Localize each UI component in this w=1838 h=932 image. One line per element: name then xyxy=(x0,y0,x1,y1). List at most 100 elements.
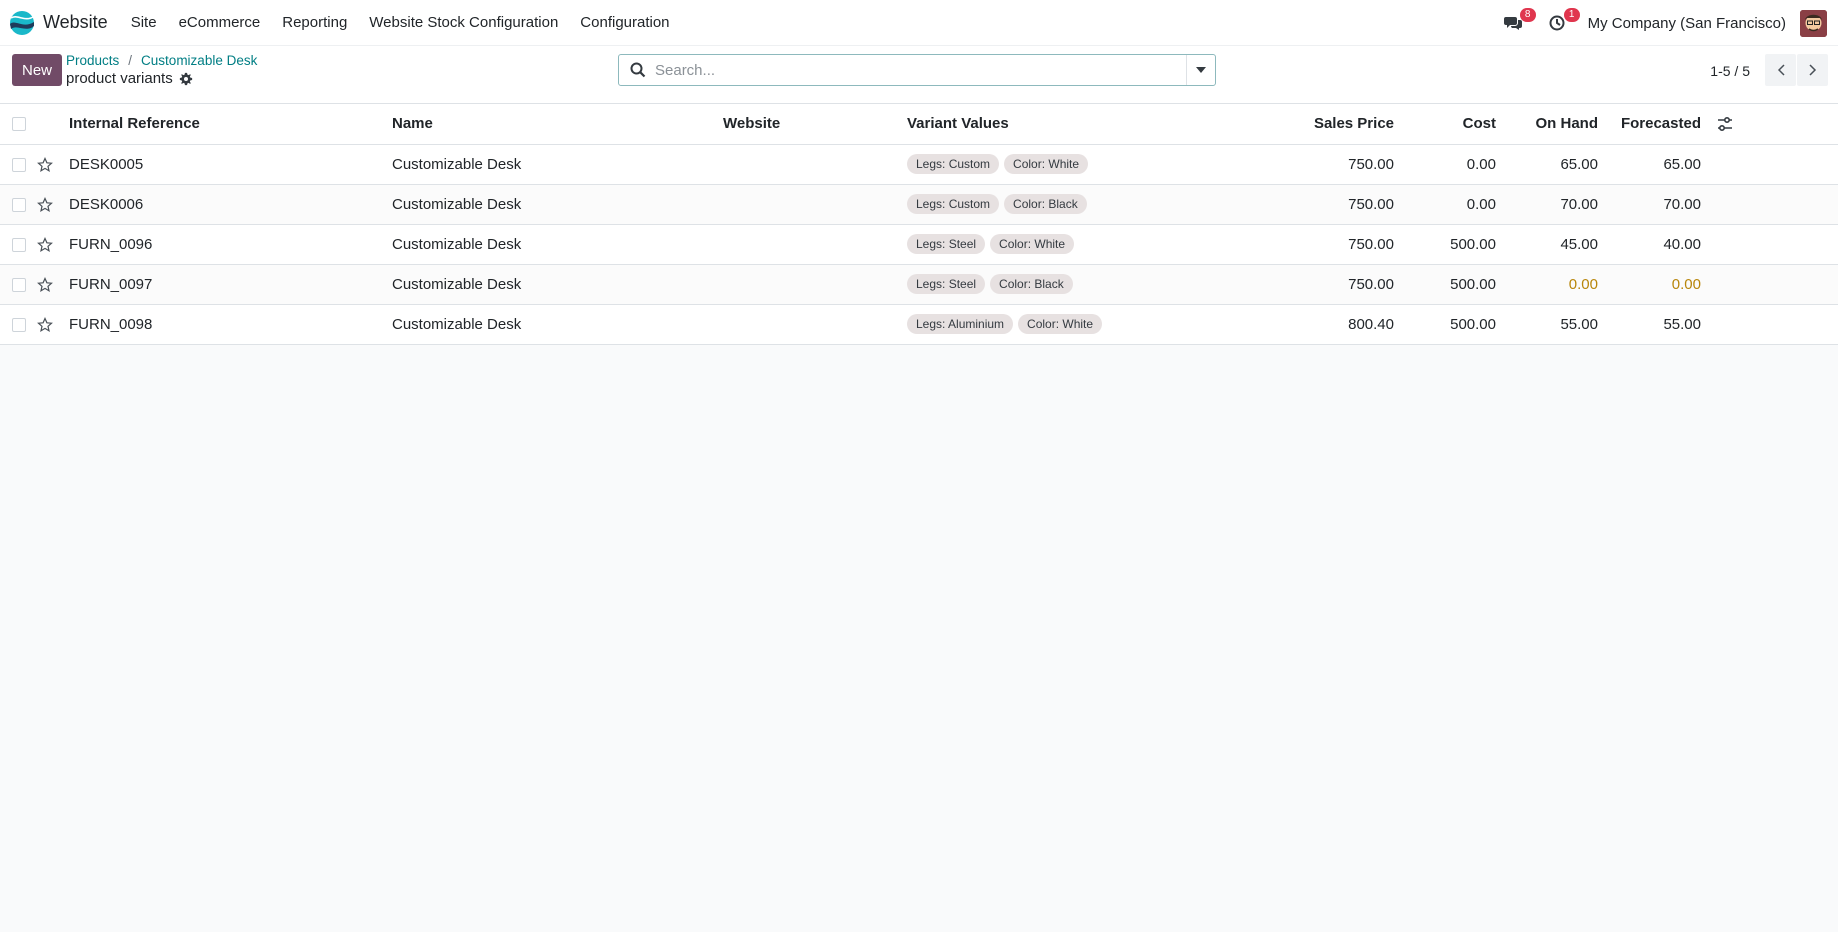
new-button[interactable]: New xyxy=(12,54,62,86)
top-navbar: Website Site eCommerce Reporting Website… xyxy=(0,0,1838,46)
chat-icon xyxy=(1503,17,1522,30)
breadcrumb-customizable-desk[interactable]: Customizable Desk xyxy=(141,53,257,68)
column-header-forecasted[interactable]: Forecasted xyxy=(1606,104,1709,144)
cell-forecasted: 65.00 xyxy=(1606,144,1709,185)
cell-forecasted: 40.00 xyxy=(1606,224,1709,265)
user-avatar-icon xyxy=(1800,9,1827,37)
app-name[interactable]: Website xyxy=(43,12,108,33)
cell-variant-values: Legs: Custom Color: White xyxy=(899,144,1264,185)
cell-website xyxy=(715,304,899,345)
variant-tag: Color: White xyxy=(990,234,1075,254)
company-switcher[interactable]: My Company (San Francisco) xyxy=(1588,15,1786,32)
list-view: Internal Reference Name Website Variant … xyxy=(0,104,1838,345)
cell-variant-values: Legs: Steel Color: Black xyxy=(899,264,1264,305)
table-row[interactable]: DESK0005 Customizable Desk Legs: Custom C… xyxy=(0,144,1838,185)
variant-tag: Legs: Aluminium xyxy=(907,314,1014,334)
column-header-cost[interactable]: Cost xyxy=(1402,104,1504,144)
search-bar xyxy=(618,54,1216,86)
table-row[interactable]: DESK0006 Customizable Desk Legs: Custom C… xyxy=(0,184,1838,225)
row-checkbox[interactable] xyxy=(12,237,26,252)
website-app-icon[interactable] xyxy=(9,10,35,36)
table-row[interactable]: FURN_0097 Customizable Desk Legs: Steel C… xyxy=(0,264,1838,305)
gear-icon[interactable] xyxy=(179,72,193,86)
column-header-internal-reference[interactable]: Internal Reference xyxy=(61,104,384,144)
cell-sales-price: 800.40 xyxy=(1264,304,1402,345)
menu-ecommerce[interactable]: eCommerce xyxy=(168,14,272,31)
activities-badge: 1 xyxy=(1563,8,1580,22)
product-variants-table: Internal Reference Name Website Variant … xyxy=(0,104,1838,345)
search-input[interactable] xyxy=(655,57,1185,83)
table-header-row: Internal Reference Name Website Variant … xyxy=(0,104,1838,144)
cell-sales-price: 750.00 xyxy=(1264,144,1402,185)
cell-forecasted: 70.00 xyxy=(1606,184,1709,225)
breadcrumb-products[interactable]: Products xyxy=(66,53,119,68)
cell-sales-price: 750.00 xyxy=(1264,264,1402,305)
main-menu: Site eCommerce Reporting Website Stock C… xyxy=(120,14,681,31)
variant-tag: Legs: Steel xyxy=(907,274,986,294)
variant-tag: Legs: Custom xyxy=(907,154,1000,174)
table-row[interactable]: FURN_0098 Customizable Desk Legs: Alumin… xyxy=(0,304,1838,345)
row-checkbox[interactable] xyxy=(12,317,26,332)
messages-button[interactable]: 8 xyxy=(1500,8,1536,36)
page-title: product variants xyxy=(66,70,173,87)
chevron-left-icon xyxy=(1777,64,1785,76)
cell-cost: 500.00 xyxy=(1402,224,1504,265)
row-checkbox[interactable] xyxy=(12,157,26,172)
cell-internal-reference: DESK0005 xyxy=(61,144,384,185)
menu-reporting[interactable]: Reporting xyxy=(271,14,358,31)
select-all-checkbox[interactable] xyxy=(12,117,26,132)
cell-website xyxy=(715,264,899,305)
table-row[interactable]: FURN_0096 Customizable Desk Legs: Steel C… xyxy=(0,224,1838,265)
star-icon[interactable] xyxy=(37,236,53,253)
cell-on-hand: 45.00 xyxy=(1504,224,1606,265)
cell-cost: 500.00 xyxy=(1402,264,1504,305)
cell-cost: 0.00 xyxy=(1402,144,1504,185)
variant-tag: Color: Black xyxy=(990,274,1073,294)
activities-button[interactable]: 1 xyxy=(1544,8,1580,36)
cell-name: Customizable Desk xyxy=(384,224,715,265)
cell-name: Customizable Desk xyxy=(384,144,715,185)
menu-site[interactable]: Site xyxy=(120,14,168,31)
cell-variant-values: Legs: Custom Color: Black xyxy=(899,184,1264,225)
menu-configuration[interactable]: Configuration xyxy=(569,14,680,31)
systray: 8 1 My Company (San Francisco) xyxy=(1500,0,1838,46)
menu-website-stock-configuration[interactable]: Website Stock Configuration xyxy=(358,14,569,31)
search-options-toggle[interactable] xyxy=(1186,55,1215,85)
pager-value[interactable]: 1-5 / 5 xyxy=(1710,63,1750,79)
cell-website xyxy=(715,184,899,225)
caret-down-icon xyxy=(1196,67,1206,73)
column-header-name[interactable]: Name xyxy=(384,104,715,144)
column-header-website[interactable]: Website xyxy=(715,104,899,144)
star-icon[interactable] xyxy=(37,196,53,213)
breadcrumb: Products / Customizable Desk xyxy=(66,53,257,68)
cell-sales-price: 750.00 xyxy=(1264,224,1402,265)
cell-website xyxy=(715,144,899,185)
breadcrumb-separator: / xyxy=(128,53,133,68)
cell-internal-reference: FURN_0096 xyxy=(61,224,384,265)
optional-columns-icon[interactable] xyxy=(1717,116,1733,132)
cell-on-hand: 70.00 xyxy=(1504,184,1606,225)
cell-internal-reference: DESK0006 xyxy=(61,184,384,225)
column-header-sales-price[interactable]: Sales Price xyxy=(1264,104,1402,144)
cell-forecasted: 55.00 xyxy=(1606,304,1709,345)
star-icon[interactable] xyxy=(37,316,53,333)
variant-tag: Color: Black xyxy=(1004,194,1087,214)
variant-tag: Legs: Custom xyxy=(907,194,1000,214)
search-icon xyxy=(630,62,646,78)
pager-next-button[interactable] xyxy=(1797,54,1828,86)
row-checkbox[interactable] xyxy=(12,197,26,212)
control-panel: New Products / Customizable Desk product… xyxy=(0,46,1838,104)
cell-cost: 500.00 xyxy=(1402,304,1504,345)
cell-variant-values: Legs: Aluminium Color: White xyxy=(899,304,1264,345)
pager-previous-button[interactable] xyxy=(1765,54,1796,86)
column-header-on-hand[interactable]: On Hand xyxy=(1504,104,1606,144)
star-icon[interactable] xyxy=(37,276,53,293)
user-avatar[interactable] xyxy=(1800,9,1827,37)
cell-on-hand: 55.00 xyxy=(1504,304,1606,345)
cell-website xyxy=(715,224,899,265)
star-icon[interactable] xyxy=(37,156,53,173)
cell-name: Customizable Desk xyxy=(384,184,715,225)
column-header-variant-values[interactable]: Variant Values xyxy=(899,104,1264,144)
cell-internal-reference: FURN_0098 xyxy=(61,304,384,345)
row-checkbox[interactable] xyxy=(12,277,26,292)
